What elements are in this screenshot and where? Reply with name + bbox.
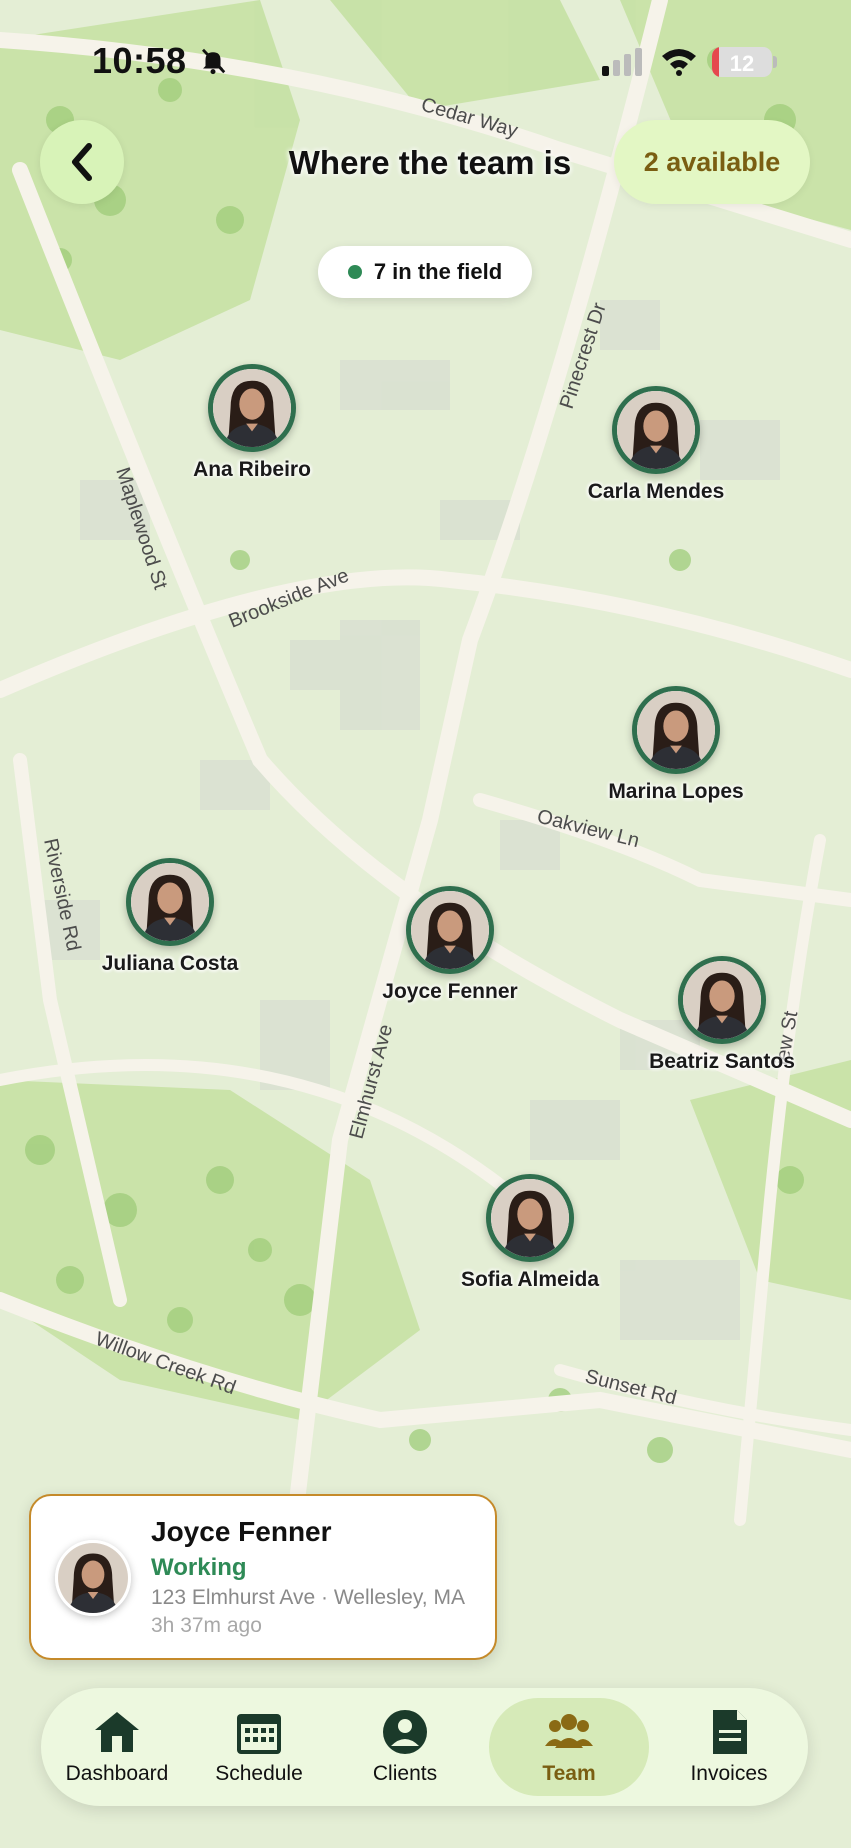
- back-button[interactable]: [40, 120, 124, 204]
- tab-label: Clients: [372, 1762, 438, 1785]
- bottom-tab-bar: Dashboard Schedule Clients Team Invoices: [41, 1688, 808, 1806]
- team-marker-name: Ana Ribeiro: [193, 458, 311, 481]
- battery-indicator: 12: [712, 47, 772, 77]
- person-icon: [383, 1710, 427, 1754]
- team-marker-name: Carla Mendes: [587, 480, 725, 503]
- avatar: [486, 1174, 574, 1262]
- calendar-icon: [237, 1714, 281, 1754]
- tab-schedule[interactable]: Schedule: [193, 1688, 325, 1806]
- chevron-left-icon: [72, 143, 92, 181]
- available-count-button[interactable]: 2 available: [614, 120, 810, 204]
- avatar: [612, 386, 700, 474]
- tab-team[interactable]: Team: [489, 1698, 649, 1796]
- selected-member-last-update: 3h 37m ago: [151, 1614, 262, 1637]
- selected-member-status: Working: [151, 1554, 247, 1581]
- selected-member-address: 123 Elmhurst Ave · Wellesley, MA: [151, 1586, 465, 1609]
- in-field-badge: 7 in the field: [318, 246, 532, 298]
- group-icon: [545, 1714, 593, 1748]
- status-dot-icon: [347, 265, 362, 279]
- avatar: [406, 886, 494, 974]
- avatar: [678, 956, 766, 1044]
- document-icon: [713, 1710, 747, 1754]
- tab-label: Dashboard: [65, 1762, 169, 1785]
- status-bar: 10:58 12: [0, 0, 851, 120]
- selected-member-avatar: [55, 1540, 131, 1616]
- selected-member-card[interactable]: Joyce Fenner Working 123 Elmhurst Ave · …: [29, 1494, 497, 1660]
- battery-cap: [773, 56, 777, 68]
- wifi-icon: [662, 49, 696, 76]
- selected-member-name: Joyce Fenner: [151, 1516, 332, 1547]
- battery-percent: 12: [729, 51, 755, 76]
- tab-invoices[interactable]: Invoices: [661, 1688, 797, 1806]
- team-marker-name: Joyce Fenner: [382, 980, 518, 1003]
- tab-clients[interactable]: Clients: [339, 1688, 471, 1806]
- cellular-signal-icon: [602, 48, 642, 76]
- status-time: 10:58: [92, 40, 187, 81]
- bell-muted-icon: [202, 48, 226, 75]
- tab-dashboard[interactable]: Dashboard: [51, 1688, 183, 1806]
- team-marker-name: Marina Lopes: [608, 780, 744, 803]
- house-icon: [95, 1712, 139, 1752]
- page-title: Where the team is: [288, 144, 572, 181]
- avatar: [126, 858, 214, 946]
- tab-label: Team: [542, 1762, 596, 1785]
- tab-label: Invoices: [690, 1762, 768, 1785]
- avatar: [208, 364, 296, 452]
- team-marker-name: Juliana Costa: [101, 952, 239, 975]
- in-field-label: 7 in the field: [373, 259, 503, 284]
- team-marker-name: Sofia Almeida: [460, 1268, 600, 1291]
- avatar: [632, 686, 720, 774]
- team-marker-name: Beatriz Santos: [649, 1050, 795, 1073]
- tab-label: Schedule: [215, 1762, 303, 1785]
